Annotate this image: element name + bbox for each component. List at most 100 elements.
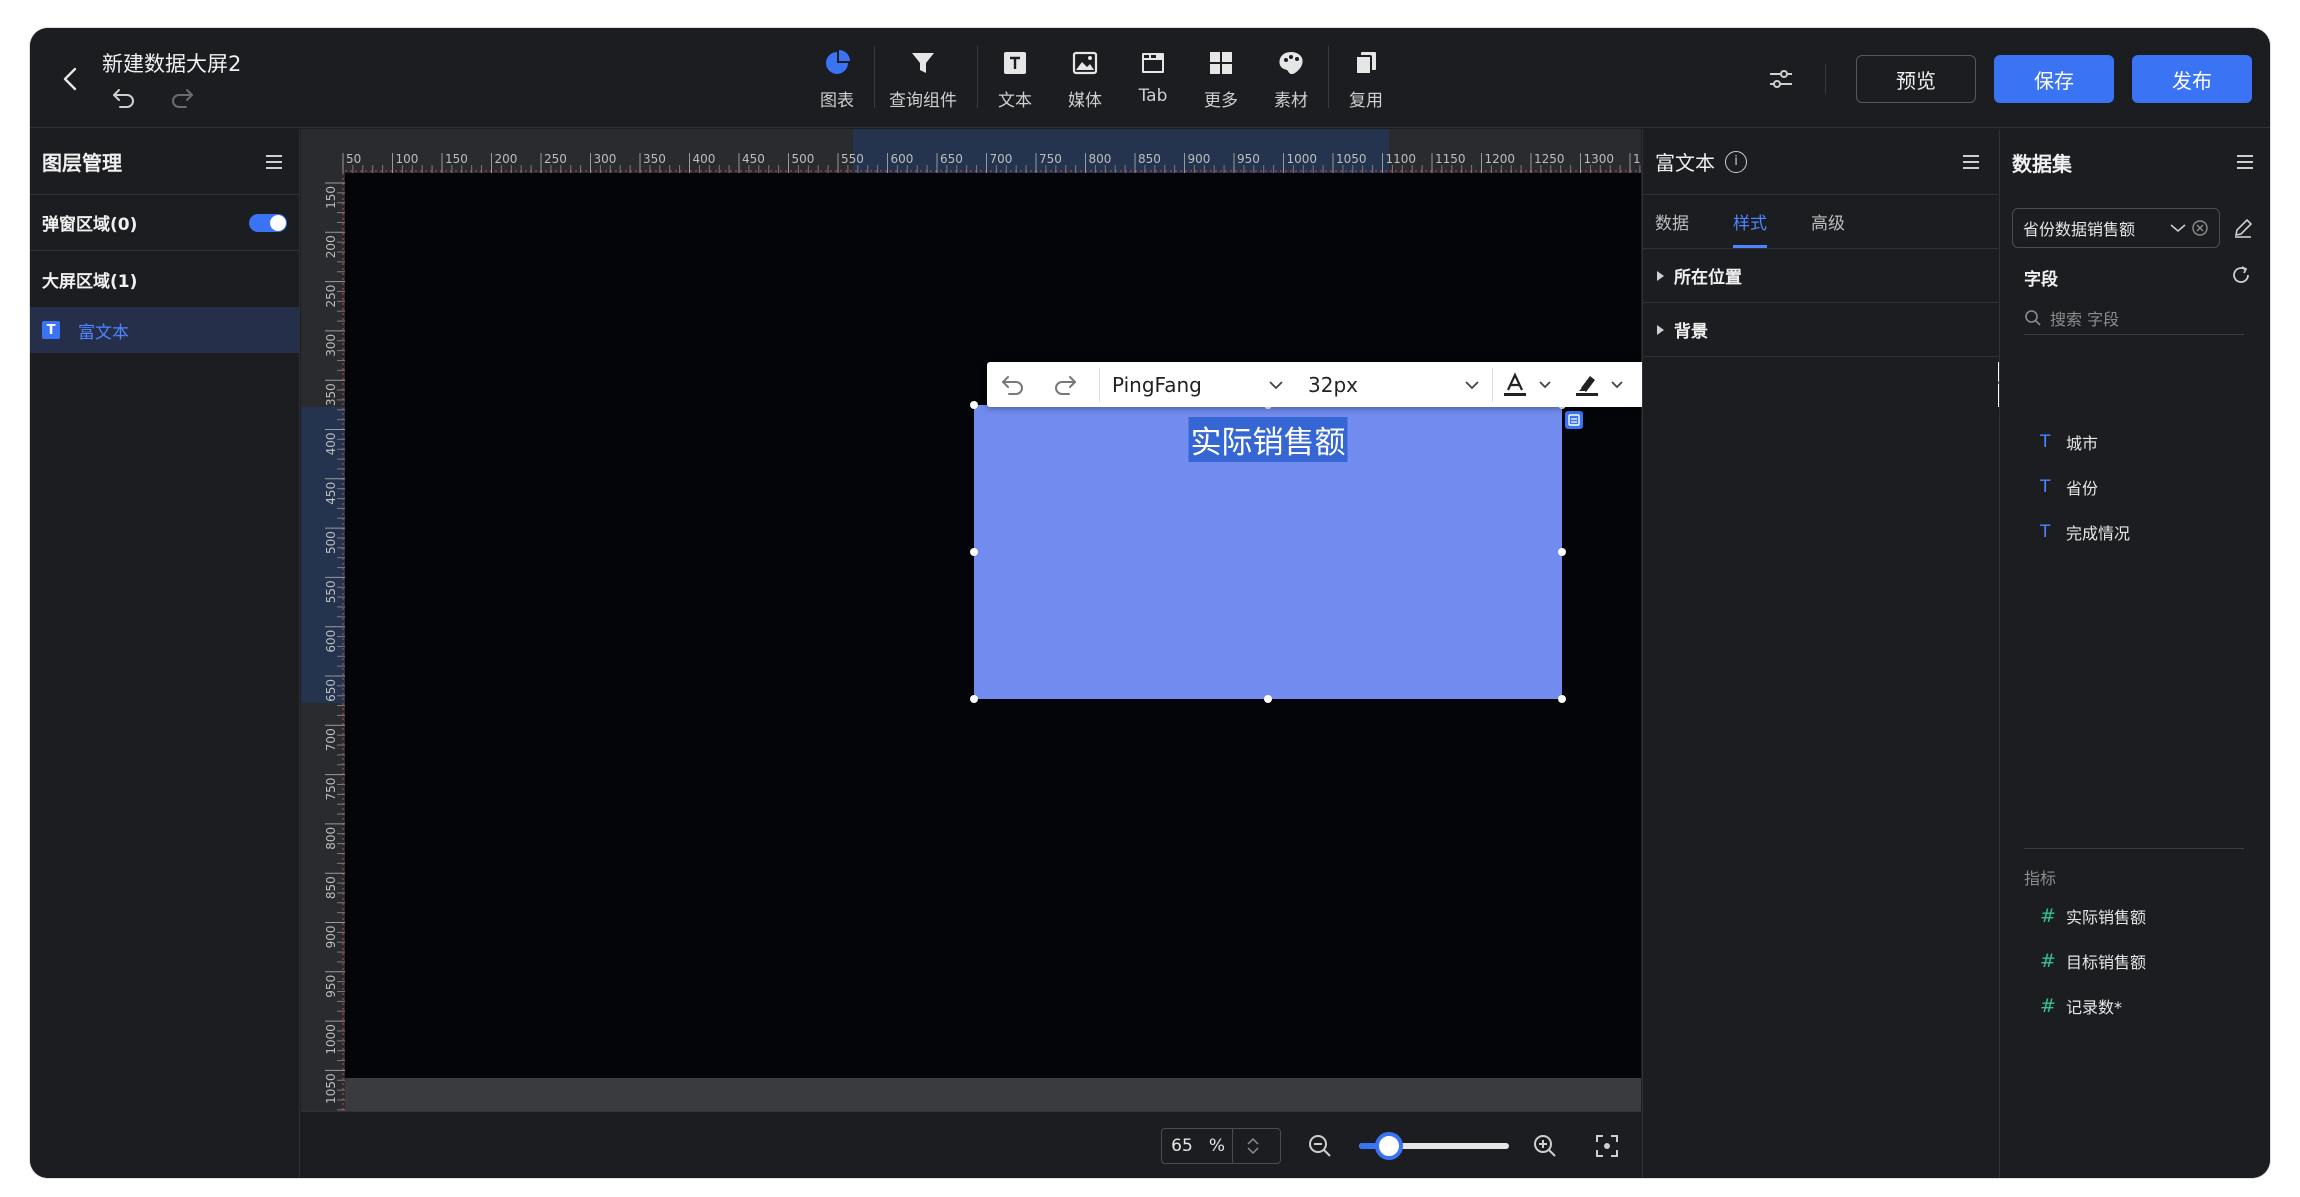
menu-icon[interactable]	[1960, 151, 1982, 173]
toolbar-divider	[1328, 46, 1329, 108]
dataset-panel-header: 数据集	[2000, 129, 2270, 195]
info-icon[interactable]: i	[1725, 150, 1747, 173]
dataset-select[interactable]: 省份数据销售额	[2012, 208, 2220, 248]
font-family-select[interactable]: PingFang	[1100, 362, 1296, 407]
popup-area-row[interactable]: 弹窗区域(0)	[30, 195, 299, 251]
list-item[interactable]: # 实际销售额	[2040, 893, 2260, 938]
rt-redo-icon[interactable]	[1039, 362, 1091, 407]
zoom-value[interactable]: 65	[1162, 1136, 1202, 1156]
chevron-down-icon[interactable]	[1246, 1147, 1260, 1155]
svg-text:400: 400	[324, 433, 338, 456]
undo-icon[interactable]	[110, 84, 138, 112]
richtext-component[interactable]: 实际销售额	[970, 401, 1566, 703]
save-button[interactable]: 保存	[1994, 55, 2114, 103]
svg-text:950: 950	[324, 975, 338, 998]
resize-handle-br[interactable]	[1558, 695, 1566, 703]
edit-icon[interactable]	[2232, 217, 2254, 239]
list-item[interactable]: T 完成情况	[2040, 509, 2260, 554]
tab-data[interactable]: 数据	[1655, 209, 1689, 248]
screen-title[interactable]: 新建数据大屏2	[102, 48, 241, 78]
image-icon	[1070, 48, 1100, 78]
list-item[interactable]: # 目标销售额	[2040, 938, 2260, 983]
svg-text:1050: 1050	[324, 1073, 338, 1104]
text-icon	[1000, 48, 1030, 78]
resize-handle-bl[interactable]	[970, 695, 978, 703]
component-menu-icon[interactable]	[1565, 411, 1583, 429]
ruler-tick: 750	[324, 774, 345, 815]
zoom-out-icon[interactable]	[1306, 1132, 1334, 1160]
tool-query[interactable]: 查询组件	[889, 40, 957, 114]
tool-text[interactable]: 文本	[998, 40, 1032, 114]
tool-assets[interactable]: 素材	[1274, 40, 1308, 114]
resize-handle-tl[interactable]	[970, 401, 978, 409]
zoom-stepper[interactable]	[1232, 1129, 1272, 1163]
font-color-button[interactable]	[1493, 362, 1565, 407]
horizontal-scrollbar[interactable]	[345, 1078, 1641, 1111]
zoom-unit: %	[1208, 1136, 1226, 1156]
redo-icon[interactable]	[168, 84, 196, 112]
back-arrow-icon[interactable]	[58, 66, 84, 92]
richtext-content[interactable]: 实际销售额	[1188, 417, 1348, 462]
tab-style[interactable]: 样式	[1733, 209, 1767, 248]
font-size-select[interactable]: 32px	[1296, 362, 1492, 407]
tab-advanced[interactable]: 高级	[1811, 209, 1845, 248]
svg-text:900: 900	[1188, 152, 1211, 166]
section-background[interactable]: 背景	[1643, 303, 1998, 357]
list-item[interactable]: T 省份	[2040, 464, 2260, 509]
rt-undo-icon[interactable]	[987, 362, 1039, 407]
header-divider	[1825, 64, 1826, 94]
svg-text:50: 50	[346, 152, 361, 166]
layer-item-richtext[interactable]: T 富文本	[30, 307, 299, 353]
list-item[interactable]: # 记录数*	[2040, 983, 2260, 1028]
highlight-color-button[interactable]	[1565, 362, 1637, 407]
copy-icon	[1351, 48, 1381, 78]
section-position[interactable]: 所在位置	[1643, 249, 1998, 303]
app-window: 新建数据大屏2 图表 查询组件 文本 媒体 Tab 更多 素材 复用 预览 保存…	[30, 28, 2270, 1178]
dataset-select-value: 省份数据销售额	[2023, 220, 2136, 239]
ruler-tick: 950	[324, 971, 345, 1012]
svg-text:800: 800	[324, 827, 338, 850]
popup-area-toggle[interactable]	[249, 213, 287, 232]
menu-icon[interactable]	[2234, 151, 2256, 173]
ruler-tick: 300	[324, 330, 345, 371]
menu-icon[interactable]	[263, 151, 285, 173]
list-item[interactable]: T 城市	[2040, 419, 2260, 464]
ruler-left: 150 200 250 300 350 400 450 500 550 600 650 700 750 8…	[301, 173, 345, 1121]
svg-text:550: 550	[324, 580, 338, 603]
resize-handle-mr[interactable]	[1558, 548, 1566, 556]
publish-button[interactable]: 发布	[2132, 55, 2252, 103]
refresh-icon[interactable]	[2230, 264, 2252, 286]
zoom-input[interactable]: 65 %	[1161, 1128, 1281, 1164]
svg-text:850: 850	[324, 876, 338, 899]
tool-tab[interactable]: Tab	[1138, 40, 1168, 114]
tool-chart[interactable]: 图表	[820, 40, 854, 114]
ruler-tick: 1000	[324, 1020, 345, 1062]
ruler-top: 50 100 150 200 250 300 350 400 450 500 550 600 650 70…	[301, 129, 1641, 173]
zoom-slider-handle[interactable]	[1375, 1132, 1403, 1160]
ruler-tick: 250	[324, 281, 345, 322]
tool-more[interactable]: 更多	[1204, 40, 1238, 114]
field-search[interactable]: 搜索 字段	[2024, 301, 2244, 335]
layer-panel: 图层管理 弹窗区域(0) 大屏区域(1) T 富文本	[30, 129, 300, 1178]
svg-text:500: 500	[324, 531, 338, 554]
dataset-panel-title: 数据集	[2012, 151, 2072, 176]
zoom-in-icon[interactable]	[1531, 1132, 1559, 1160]
fit-screen-icon[interactable]	[1593, 1132, 1621, 1160]
dataset-panel: 数据集 省份数据销售额 字段 搜索 字段 T 城市 T 省份 T 完成情况 指标 # 实…	[1999, 129, 2270, 1178]
resize-handle-bc[interactable]	[1264, 695, 1272, 703]
zoom-slider[interactable]	[1359, 1132, 1509, 1160]
tool-reuse[interactable]: 复用	[1349, 40, 1383, 114]
svg-text:900: 900	[324, 926, 338, 949]
clear-icon[interactable]	[2191, 219, 2209, 237]
chevron-up-icon[interactable]	[1246, 1137, 1260, 1145]
svg-text:250: 250	[324, 285, 338, 308]
sliders-icon[interactable]	[1765, 63, 1797, 95]
dimension-type-icon: T	[2040, 476, 2051, 497]
chart-icon	[822, 48, 852, 78]
resize-handle-ml[interactable]	[970, 548, 978, 556]
svg-text:1300: 1300	[1584, 152, 1615, 166]
screen-area-row[interactable]: 大屏区域(1)	[30, 251, 299, 307]
tool-media[interactable]: 媒体	[1068, 40, 1102, 114]
svg-text:950: 950	[1237, 152, 1260, 166]
preview-button[interactable]: 预览	[1856, 55, 1976, 103]
